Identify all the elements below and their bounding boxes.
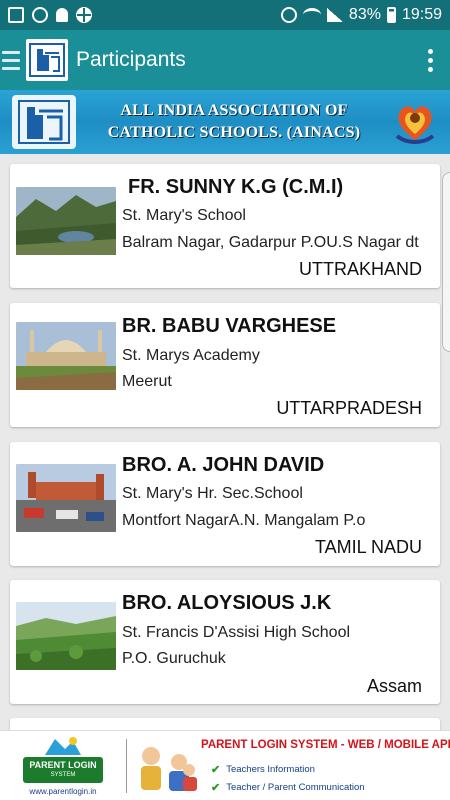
ad-feature-label: Teacher / Parent Communication <box>226 781 365 793</box>
participant-school: St. Francis D'Assisi High School <box>122 624 351 641</box>
participant-thumbnail <box>16 602 116 670</box>
check-icon: ✔ <box>211 781 221 794</box>
participant-card[interactable]: BR. BABU VARGHESE St. Marys Academy Meer… <box>10 303 440 427</box>
participant-list[interactable]: FR. SUNNY K.G (C.M.I) St. Mary's School … <box>0 154 450 730</box>
ad-divider <box>126 738 127 793</box>
participant-thumbnail <box>16 464 116 532</box>
participant-school: St. Marys Academy <box>122 347 260 364</box>
ad-feature-item: ✔ Teachers Information <box>211 763 315 776</box>
participant-name: FR. SUNNY K.G (C.M.I) <box>128 176 344 198</box>
ainacs-logo <box>12 95 76 149</box>
participant-state: Assam <box>366 676 422 696</box>
app-bar: Participants <box>0 30 450 90</box>
wifi-icon <box>302 8 321 22</box>
battery-icon <box>386 7 396 23</box>
ad-url: www.parentlogin.in <box>29 787 97 796</box>
banner-title: ALL INDIA ASSOCIATION OF CATHOLIC SCHOOL… <box>76 100 392 144</box>
participant-name: BRO. ALOYSIOUS J.K <box>122 592 332 614</box>
status-bar: 83% 19:59 <box>0 0 450 30</box>
banner-title-line1: ALL INDIA ASSOCIATION OF <box>120 102 348 119</box>
ad-badge: PARENT LOGIN SYSTEM <box>23 757 103 783</box>
participant-state: UTTARPRADESH <box>276 398 422 418</box>
participant-thumbnail <box>16 322 116 390</box>
participant-name: BRO. A. JOHN DAVID <box>122 454 325 476</box>
gallery-notification-icon <box>8 7 24 23</box>
check-icon: ✔ <box>211 763 221 776</box>
participant-card-partial[interactable] <box>10 718 440 730</box>
participant-card[interactable]: BRO. ALOYSIOUS J.K St. Francis D'Assisi … <box>10 580 440 704</box>
ad-badge-title: PARENT LOGIN <box>29 760 97 770</box>
bell-notification-icon <box>56 8 68 22</box>
participant-address: Montfort NagarA.N. Mangalam P.o <box>122 512 366 529</box>
clock: 19:59 <box>401 6 442 23</box>
ad-graphic-icon <box>45 737 81 755</box>
ad-title: PARENT LOGIN SYSTEM - WEB / MOBILE APP <box>201 738 450 751</box>
participant-state: UTTRAKHAND <box>298 259 422 279</box>
overflow-menu-icon[interactable] <box>410 40 450 80</box>
participant-school: St. Mary's School <box>122 207 246 224</box>
participant-school: St. Mary's Hr. Sec.School <box>122 485 303 502</box>
participant-card[interactable]: BRO. A. JOHN DAVID St. Mary's Hr. Sec.Sc… <box>10 442 440 566</box>
whatsapp-notification-icon <box>32 7 48 23</box>
advertisement-banner[interactable]: PARENT LOGIN SYSTEM www.parentlogin.in P… <box>0 730 450 800</box>
ad-badge-subtitle: SYSTEM <box>50 772 76 778</box>
participant-address: Balram Nagar, Gadarpur P.OU.S Nagar dt <box>122 234 419 251</box>
ad-feature-label: Teachers Information <box>226 763 315 775</box>
app-notification-icon <box>76 7 92 23</box>
page-title: Participants <box>76 48 186 71</box>
alarm-icon <box>280 7 297 23</box>
ad-logo: PARENT LOGIN SYSTEM www.parentlogin.in <box>4 733 122 799</box>
participant-address: P.O. Guruchuk <box>122 650 226 667</box>
participant-address: Meerut <box>122 373 172 390</box>
participant-thumbnail <box>16 187 116 255</box>
signal-icon <box>326 8 343 22</box>
banner-title-line2: CATHOLIC SCHOOLS. (AINACS) <box>107 124 361 141</box>
ad-feature-item: ✔ Teacher / Parent Communication <box>211 781 365 794</box>
participant-name: BR. BABU VARGHESE <box>122 315 337 337</box>
participant-state: TAMIL NADU <box>314 537 422 557</box>
people-illustration-icon <box>131 736 201 796</box>
battery-percentage: 83% <box>348 6 381 23</box>
heart-emblem-icon <box>392 95 438 149</box>
association-banner: ALL INDIA ASSOCIATION OF CATHOLIC SCHOOL… <box>0 90 450 154</box>
scroll-indicator[interactable] <box>442 172 450 352</box>
app-logo <box>26 39 68 81</box>
ad-content: PARENT LOGIN SYSTEM - WEB / MOBILE APP ✔… <box>201 733 450 799</box>
navigation-drawer-icon[interactable] <box>0 45 22 75</box>
participant-card[interactable]: FR. SUNNY K.G (C.M.I) St. Mary's School … <box>10 164 440 288</box>
